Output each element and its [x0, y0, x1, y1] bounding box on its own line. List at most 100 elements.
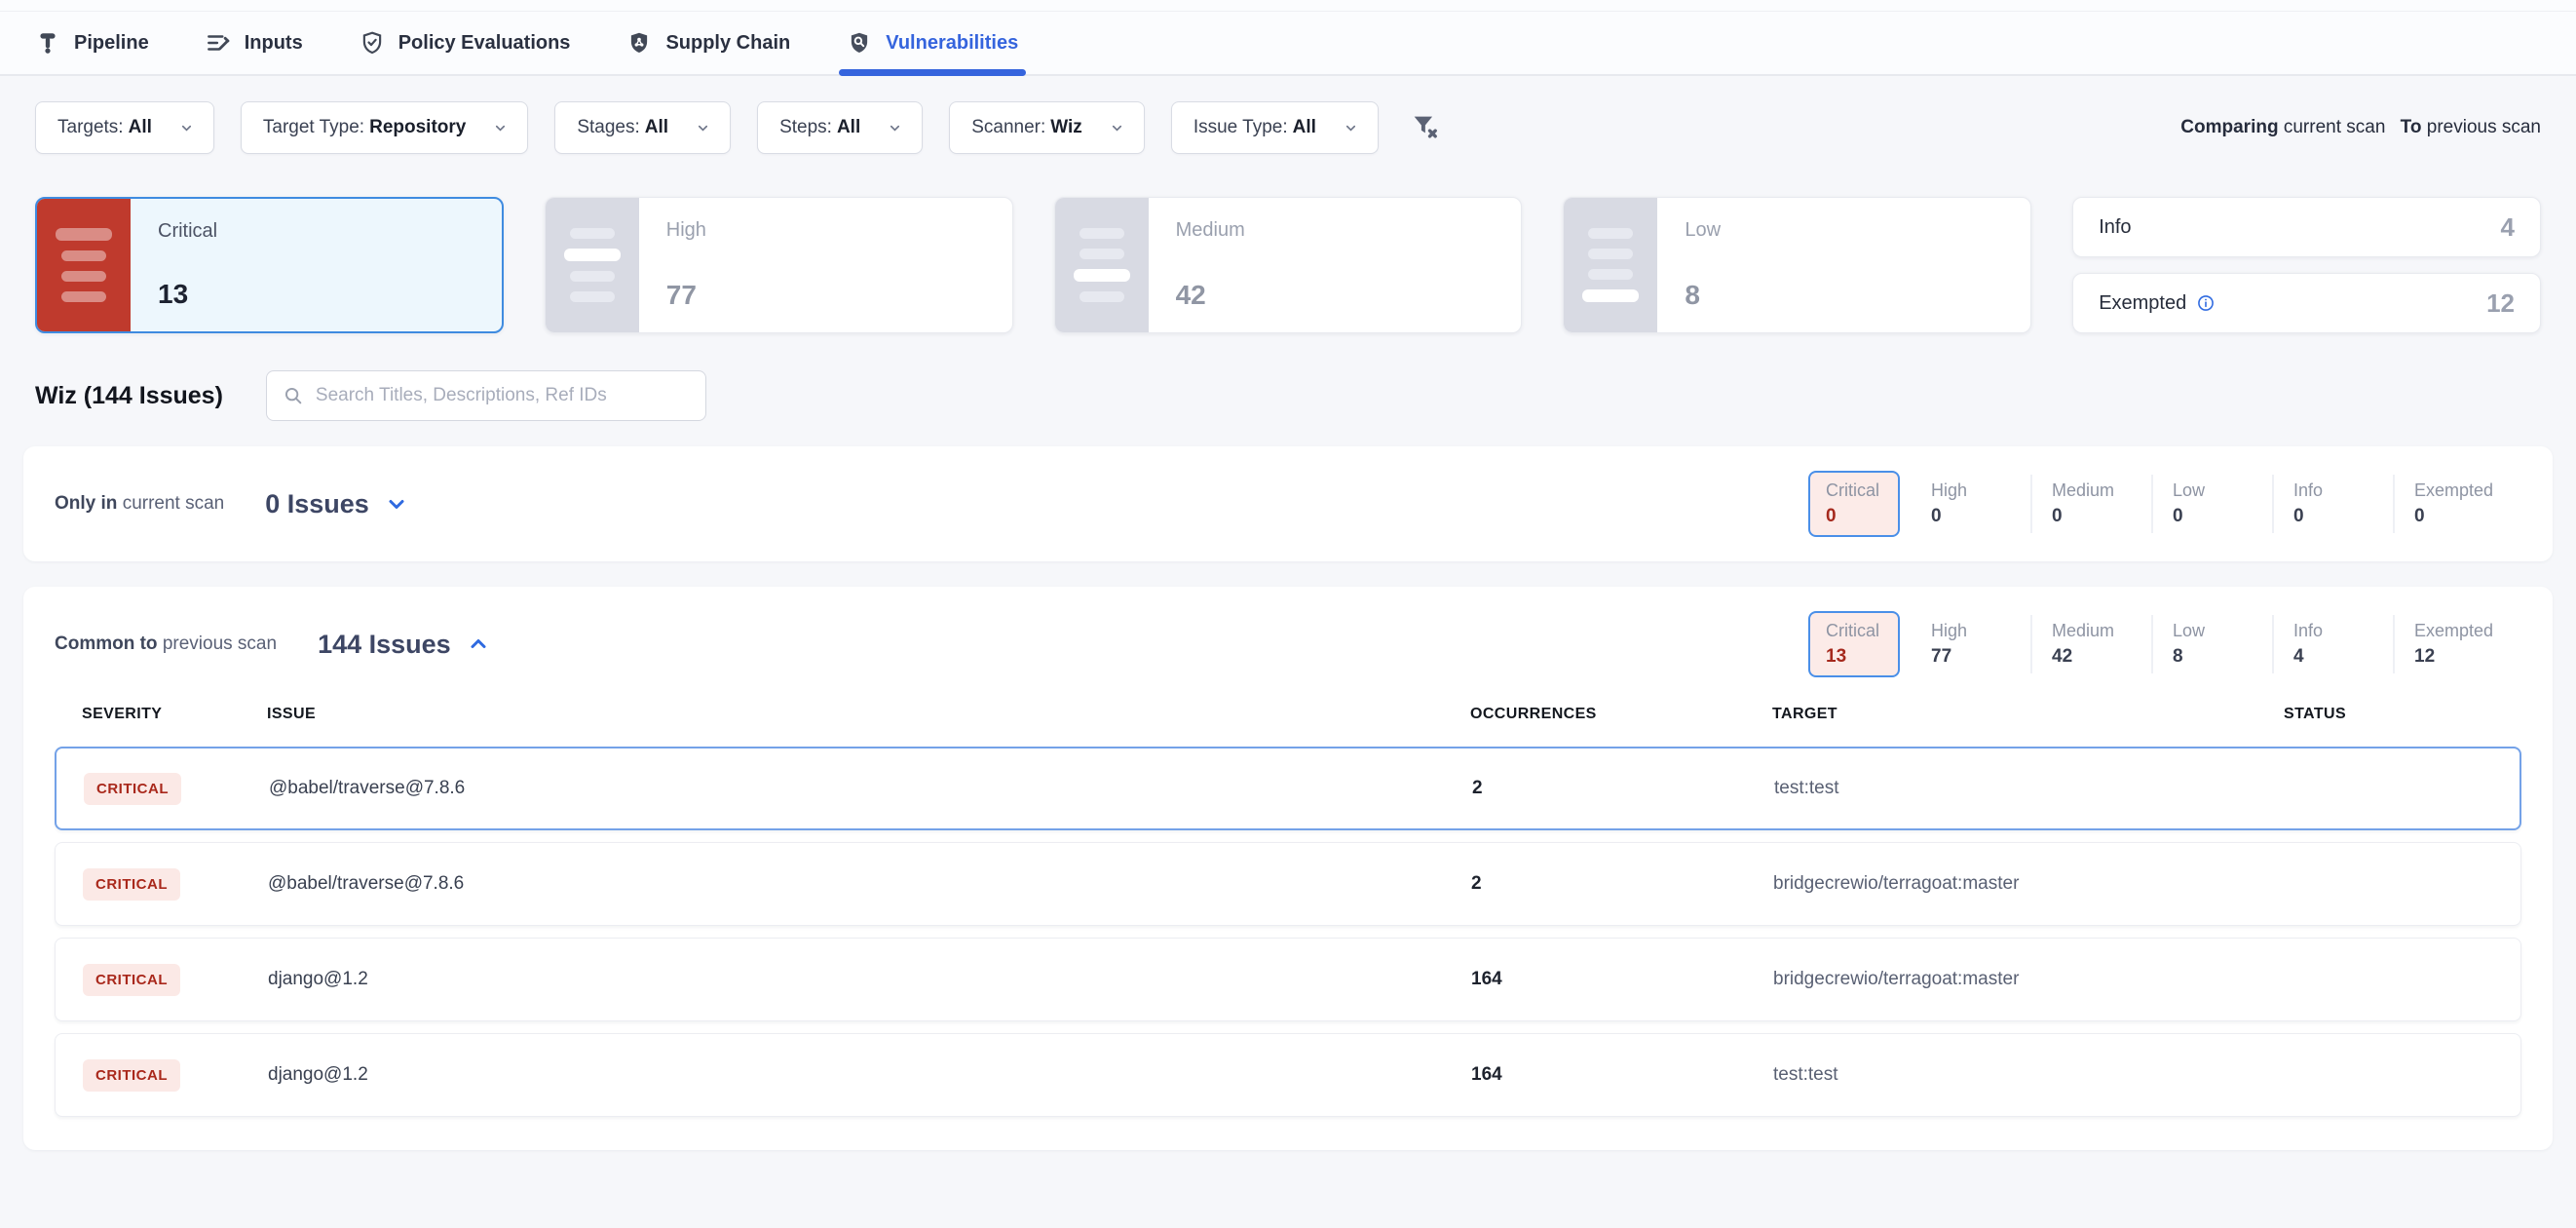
- occurrences-cell: 2: [1471, 873, 1773, 895]
- tab-policy-evaluations[interactable]: Policy Evaluations: [360, 12, 571, 74]
- chip-label: Medium: [2052, 621, 2151, 641]
- target-cell: test:test: [1773, 1064, 2285, 1086]
- info-circle-icon: [2196, 293, 2216, 313]
- exempted-count: 12: [2486, 288, 2515, 319]
- filter-issue-type[interactable]: Issue Type:All: [1171, 101, 1379, 154]
- comparing-bold: To: [2401, 117, 2422, 137]
- shield-network-icon: [626, 30, 652, 56]
- severity-count: 13: [158, 279, 474, 310]
- chip-info[interactable]: Info 0: [2274, 473, 2393, 535]
- exempted-label: Exempted: [2099, 292, 2216, 315]
- filter-target-type[interactable]: Target Type:Repository: [241, 101, 528, 154]
- table-row[interactable]: CRITICAL @babel/traverse@7.8.6 2 test:te…: [55, 747, 2521, 830]
- chip-count: 0: [2173, 506, 2272, 527]
- col-status: STATUS: [2284, 706, 2521, 723]
- chip-label: High: [1931, 621, 2030, 641]
- chip-info[interactable]: Info 4: [2274, 613, 2393, 675]
- tab-vulnerabilities[interactable]: Vulnerabilities: [847, 12, 1018, 74]
- top-tab-bar: Pipeline Inputs Policy Evaluations Suppl…: [0, 0, 2576, 76]
- target-cell: bridgecrewio/terragoat:master: [1773, 969, 2285, 990]
- section-prefix: Only in: [55, 493, 117, 514]
- tab-label: Policy Evaluations: [398, 32, 571, 55]
- vulnerabilities-page: Pipeline Inputs Policy Evaluations Suppl…: [0, 0, 2576, 1228]
- chip-low[interactable]: Low 0: [2153, 473, 2272, 535]
- chip-medium[interactable]: Medium 42: [2032, 613, 2151, 675]
- severity-chip-group: Critical 13 High 77 Medium 42 Low 8: [1808, 611, 2514, 677]
- table-row[interactable]: CRITICAL @babel/traverse@7.8.6 2 bridgec…: [55, 842, 2521, 926]
- target-cell: test:test: [1774, 778, 2286, 799]
- issues-count: 0 Issues: [265, 489, 369, 519]
- scanner-header-row: Wiz (144 Issues): [0, 335, 2576, 421]
- filter-text: Targets:All: [57, 117, 152, 138]
- chip-count: 4: [2293, 646, 2393, 668]
- filter-scanner[interactable]: Scanner:Wiz: [949, 101, 1145, 154]
- chip-high[interactable]: High 77: [1912, 613, 2030, 675]
- chip-medium[interactable]: Medium 0: [2032, 473, 2151, 535]
- filter-text: Issue Type:All: [1193, 117, 1316, 138]
- chip-exempted[interactable]: Exempted 12: [2395, 613, 2514, 675]
- info-card[interactable]: Info 4: [2072, 197, 2541, 257]
- common-to-previous-scan-section: Common to previous scan 144 Issues Criti…: [23, 587, 2553, 1150]
- occurrences-cell: 2: [1472, 778, 1774, 799]
- severity-bars-icon: [37, 199, 131, 331]
- chip-label: Info: [2293, 480, 2393, 501]
- scanner-title: Wiz (144 Issues): [35, 382, 223, 410]
- table-row[interactable]: CRITICAL django@1.2 164 test:test: [55, 1033, 2521, 1117]
- chip-label: Low: [2173, 480, 2272, 501]
- severity-card-high[interactable]: High 77: [545, 197, 1013, 333]
- severity-label: Low: [1685, 219, 2003, 242]
- issues-count: 144 Issues: [318, 630, 451, 660]
- exempted-card[interactable]: Exempted 12: [2072, 273, 2541, 333]
- exempted-text: Exempted: [2099, 292, 2186, 315]
- filter-text: Stages:All: [577, 117, 668, 138]
- occurrences-cell: 164: [1471, 1064, 1773, 1086]
- shield-search-icon: [847, 30, 872, 56]
- search-input[interactable]: [316, 385, 690, 406]
- chevron-down-icon: [888, 121, 902, 135]
- chip-count: 42: [2052, 646, 2151, 668]
- chip-high[interactable]: High 0: [1912, 473, 2030, 535]
- filter-steps[interactable]: Steps:All: [757, 101, 923, 154]
- severity-bars-icon: [546, 198, 639, 332]
- chevron-down-icon[interactable]: [385, 492, 408, 516]
- severity-card-critical[interactable]: Critical 13: [35, 197, 504, 333]
- search-box: [266, 370, 706, 421]
- tab-supply-chain[interactable]: Supply Chain: [626, 12, 790, 74]
- chip-count: 13: [1826, 646, 1898, 668]
- chip-label: Exempted: [2414, 480, 2514, 501]
- chip-count: 0: [1931, 506, 2030, 527]
- chevron-up-icon[interactable]: [467, 633, 490, 656]
- filter-stages[interactable]: Stages:All: [554, 101, 731, 154]
- severity-label: Critical: [158, 220, 474, 243]
- section-scope: previous scan: [163, 633, 277, 654]
- severity-card-medium[interactable]: Medium 42: [1054, 197, 1523, 333]
- comparing-scope: previous scan: [2427, 117, 2541, 137]
- search-icon: [283, 385, 304, 406]
- chevron-down-icon: [179, 121, 194, 135]
- filter-toolbar: Targets:All Target Type:Repository Stage…: [0, 76, 2576, 175]
- chip-critical[interactable]: Critical 13: [1808, 611, 1900, 677]
- chevron-down-icon: [1344, 121, 1358, 135]
- filter-targets[interactable]: Targets:All: [35, 101, 214, 154]
- table-header: SEVERITY ISSUE OCCURRENCES TARGET STATUS: [55, 702, 2521, 747]
- chip-count: 0: [2293, 506, 2393, 527]
- chip-count: 77: [1931, 646, 2030, 668]
- severity-bars-icon: [1055, 198, 1149, 332]
- info-exempted-column: Info 4 Exempted 12: [2072, 197, 2541, 333]
- tab-pipeline[interactable]: Pipeline: [35, 12, 149, 74]
- severity-summary-row: Critical 13 High 77 Medium 42: [0, 175, 2576, 335]
- issue-cell: django@1.2: [268, 969, 1471, 990]
- section-title: Common to previous scan: [55, 633, 277, 655]
- only-in-current-scan-section: Only in current scan 0 Issues Critical 0…: [23, 446, 2553, 561]
- chip-critical[interactable]: Critical 0: [1808, 471, 1900, 537]
- chip-label: Info: [2293, 621, 2393, 641]
- table-row[interactable]: CRITICAL django@1.2 164 bridgecrewio/ter…: [55, 938, 2521, 1021]
- tab-inputs[interactable]: Inputs: [206, 12, 303, 74]
- severity-card-low[interactable]: Low 8: [1563, 197, 2031, 333]
- chip-exempted[interactable]: Exempted 0: [2395, 473, 2514, 535]
- info-label: Info: [2099, 216, 2131, 239]
- clear-filters-icon[interactable]: [1409, 111, 1442, 144]
- tab-label: Pipeline: [74, 32, 149, 55]
- severity-count: 8: [1685, 280, 2003, 311]
- chip-low[interactable]: Low 8: [2153, 613, 2272, 675]
